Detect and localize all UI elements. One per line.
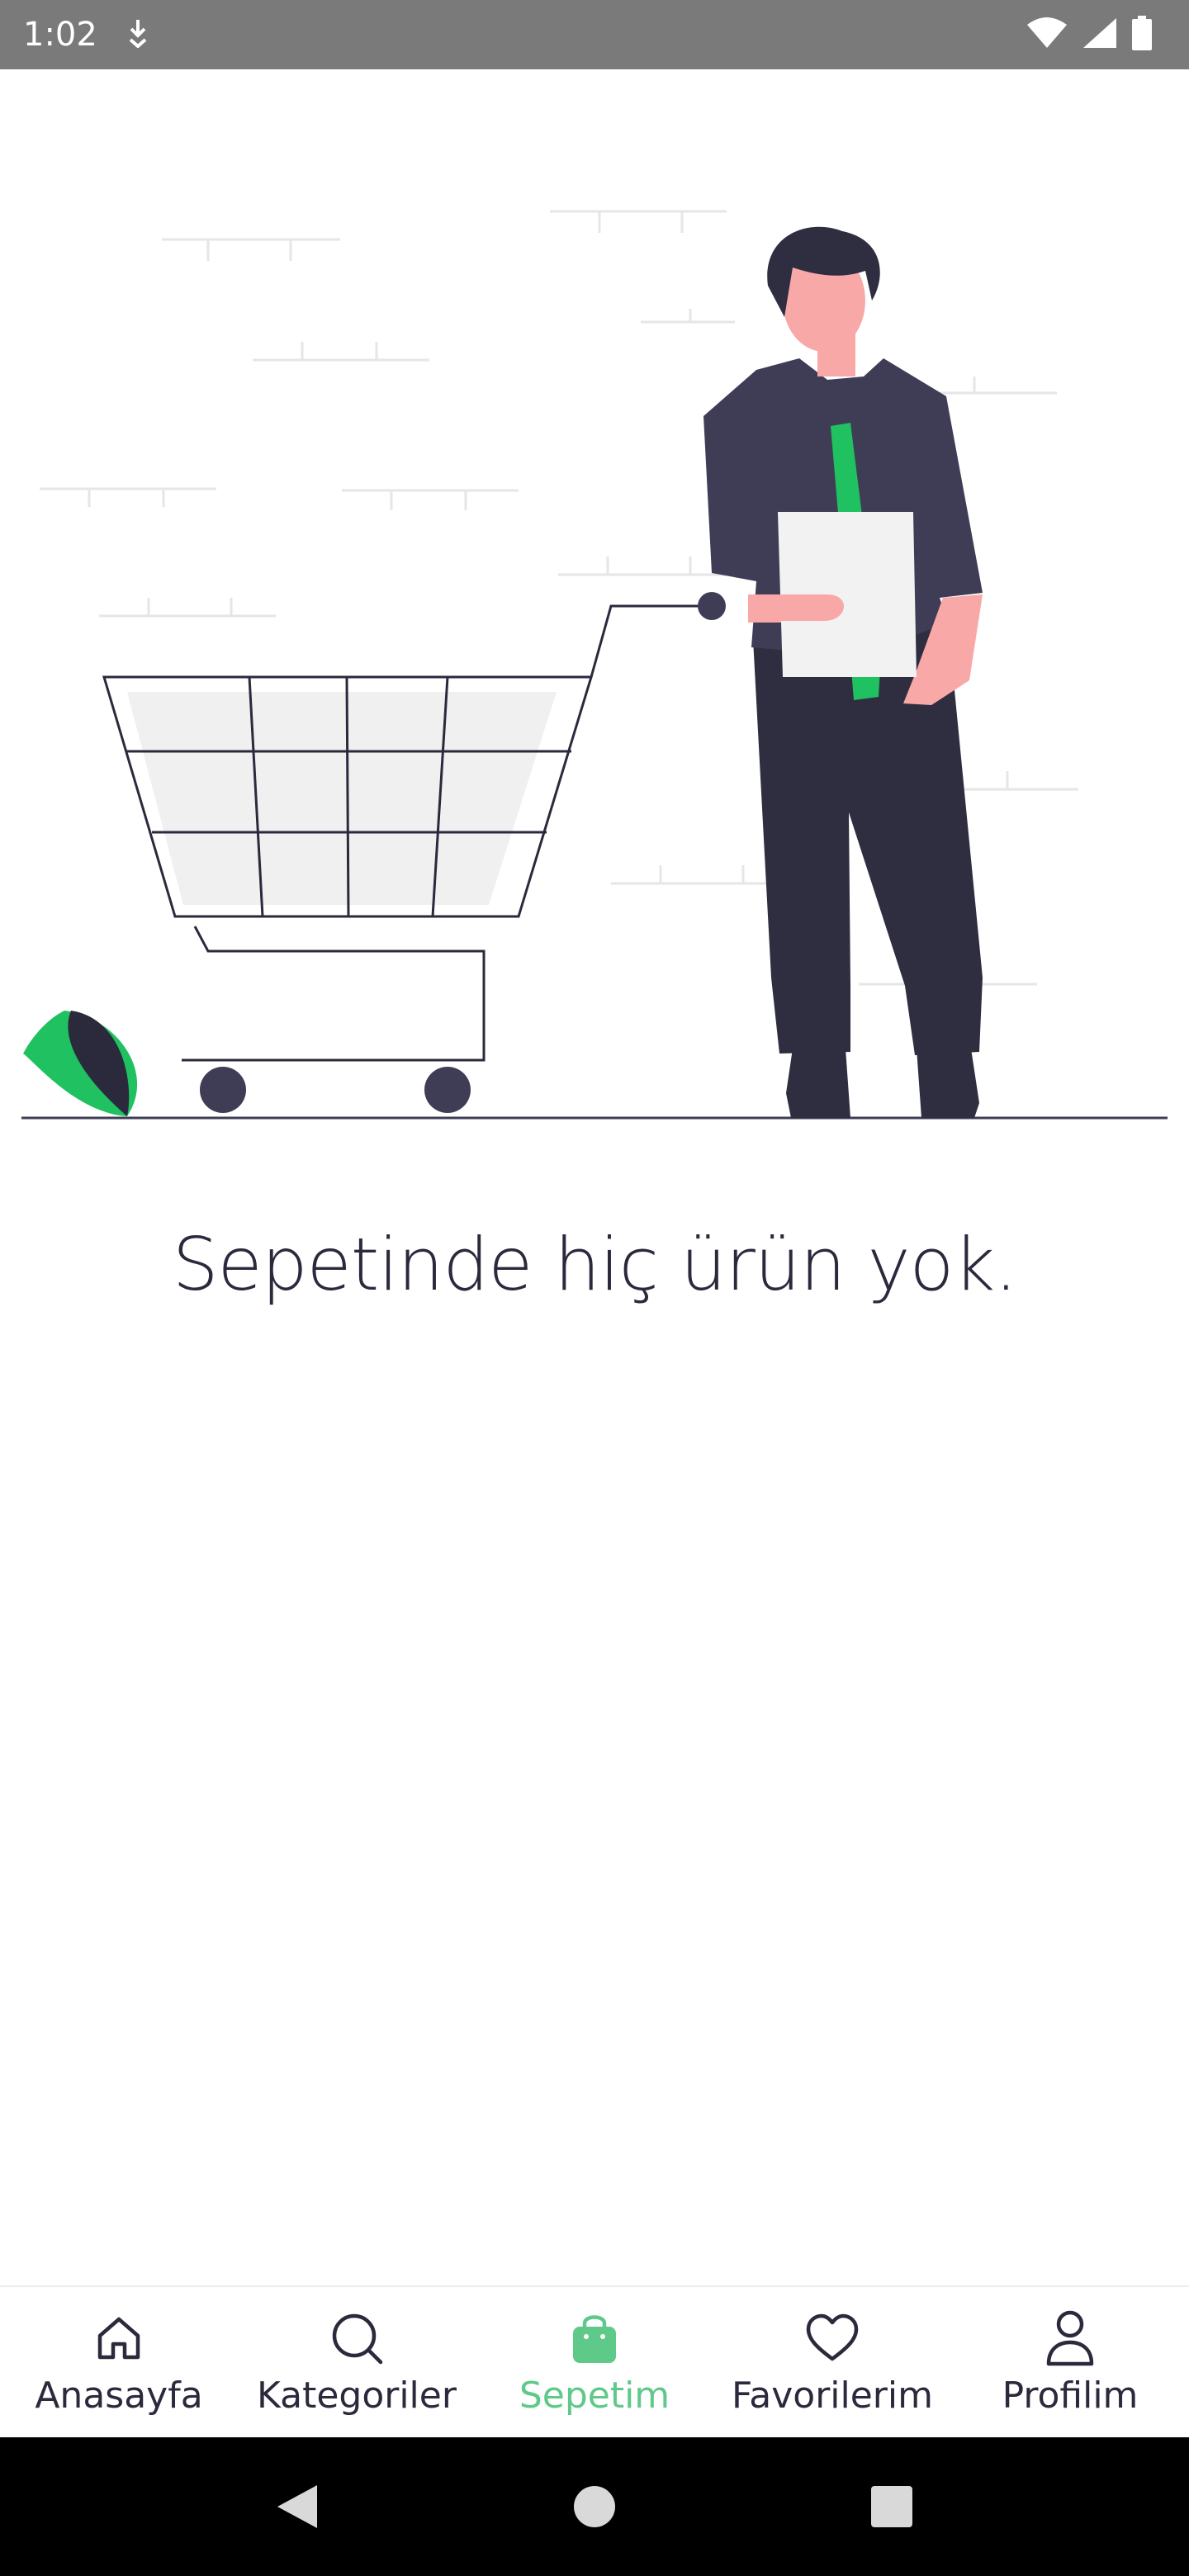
status-right: [1026, 15, 1153, 54]
empty-cart-message: Sepetinde hiç ürün yok.: [172, 1222, 1018, 1307]
recents-icon[interactable]: [850, 2465, 933, 2548]
heart-icon: [803, 2308, 862, 2368]
nav-item-categories[interactable]: Kategoriler: [238, 2286, 476, 2438]
user-icon: [1040, 2308, 1100, 2368]
nav-item-favorites-label: Favorilerim: [732, 2374, 933, 2417]
nav-item-cart-label: Sepetim: [519, 2374, 670, 2417]
system-navigation-bar: [0, 2437, 1189, 2576]
shopping-bag-icon: [565, 2308, 624, 2368]
bottom-navigation: Anasayfa Kategoriler Sepetim Favorilerim…: [0, 2285, 1189, 2437]
nav-item-profile[interactable]: Profilim: [951, 2286, 1189, 2438]
cart-page: Sepetinde hiç ürün yok.: [0, 69, 1189, 2285]
status-time: 1:02: [23, 16, 97, 54]
nav-item-home-label: Anasayfa: [35, 2374, 203, 2417]
wifi-icon: [1026, 17, 1068, 54]
status-bar: 1:02: [0, 0, 1189, 69]
home-icon: [89, 2308, 149, 2368]
home-circle-icon[interactable]: [553, 2465, 636, 2548]
cellular-signal-icon: [1082, 17, 1118, 54]
search-icon: [327, 2308, 386, 2368]
nav-item-categories-label: Kategoriler: [257, 2374, 457, 2417]
download-indicator-icon: [126, 18, 150, 52]
nav-item-profile-label: Profilim: [1002, 2374, 1139, 2417]
back-icon[interactable]: [256, 2465, 339, 2548]
nav-item-favorites[interactable]: Favorilerim: [713, 2286, 951, 2438]
nav-item-cart[interactable]: Sepetim: [476, 2286, 713, 2438]
nav-item-home[interactable]: Anasayfa: [0, 2286, 238, 2438]
empty-cart-illustration: [21, 210, 1168, 1120]
battery-icon: [1131, 15, 1153, 54]
status-left: 1:02: [23, 16, 150, 54]
